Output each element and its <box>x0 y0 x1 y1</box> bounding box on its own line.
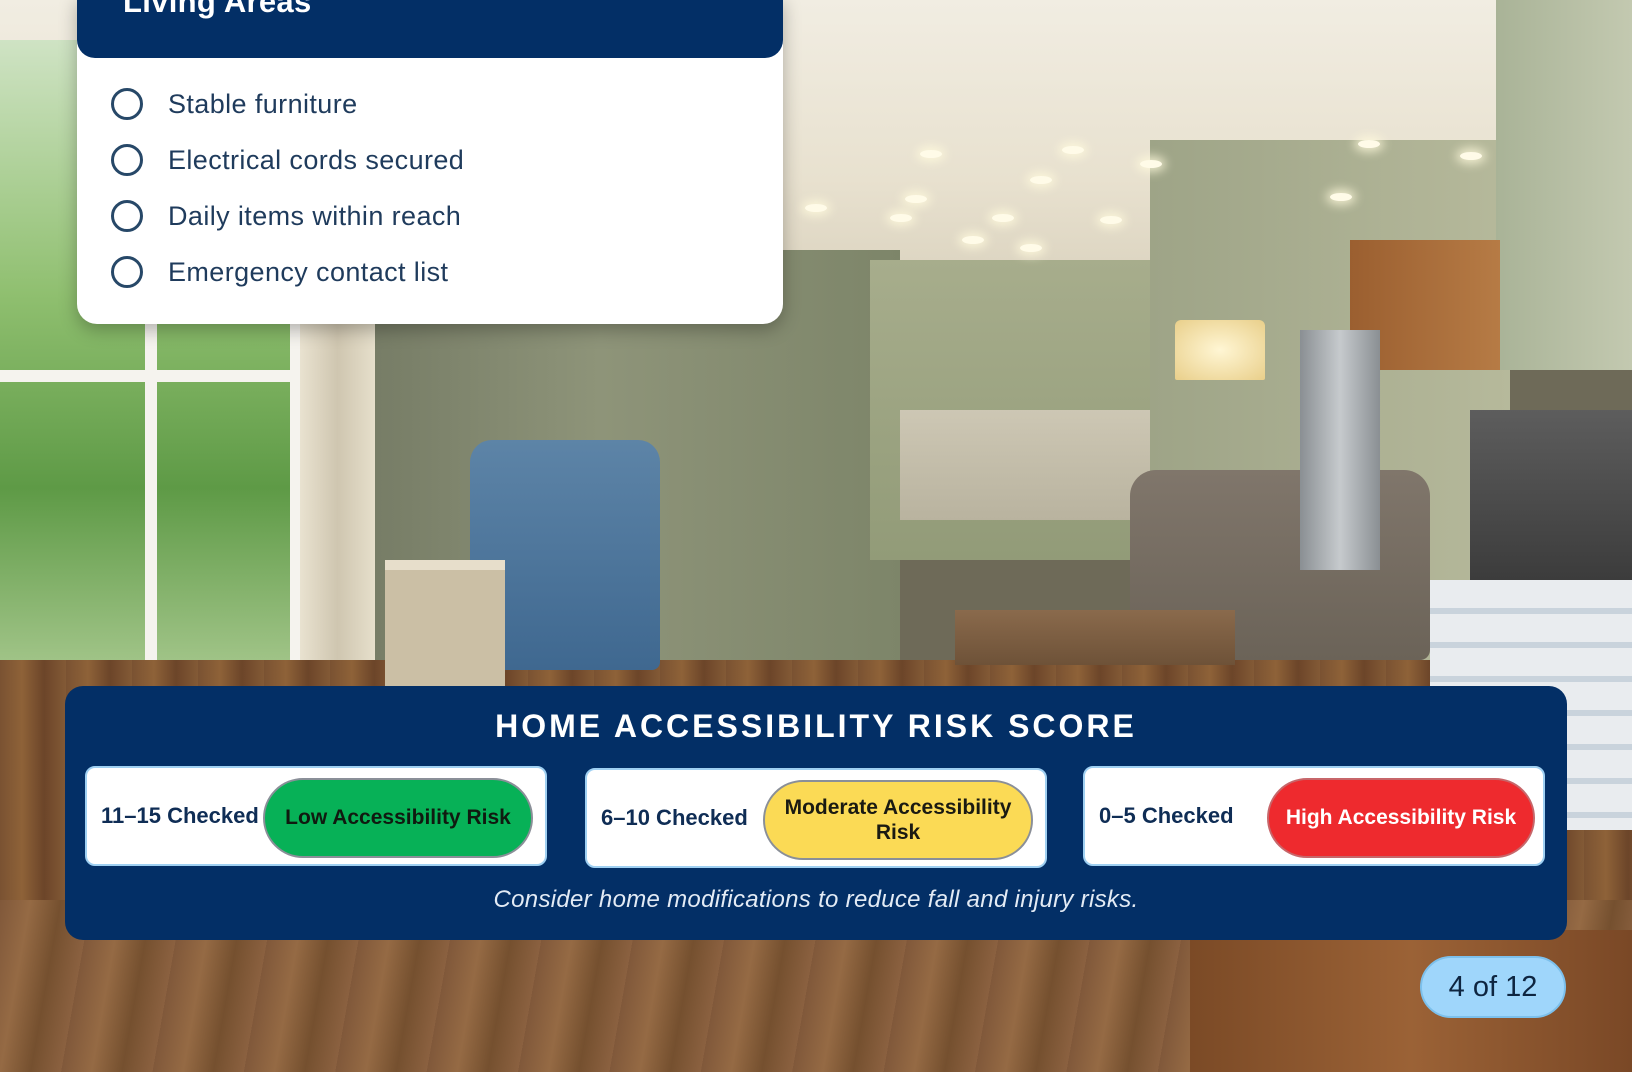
risk-levels: 11–15 Checked Low Accessibility Risk 6–1… <box>85 766 1547 872</box>
risk-badge-moderate: Moderate Accessibility Risk <box>763 780 1033 860</box>
lamp <box>1175 320 1265 380</box>
checkbox-circle[interactable] <box>111 88 143 120</box>
ceiling-light <box>1020 244 1042 252</box>
page-indicator: 4 of 12 <box>1420 956 1566 1018</box>
checklist-item-label: Emergency contact list <box>168 256 449 287</box>
checklist-item-label: Stable furniture <box>168 88 358 119</box>
checklist-header: Living Areas <box>77 0 783 58</box>
ceiling-light <box>1140 160 1162 168</box>
checklist-item[interactable]: Electrical cords secured <box>111 132 464 188</box>
risk-score-panel: HOME ACCESSIBILITY RISK SCORE 11–15 Chec… <box>65 686 1567 940</box>
risk-note: Consider home modifications to reduce fa… <box>493 886 1139 913</box>
checklist-item-label: Daily items within reach <box>168 200 462 231</box>
checklist-item[interactable]: Daily items within reach <box>111 188 464 244</box>
checklist-item[interactable]: Emergency contact list <box>111 244 464 300</box>
ceiling-light <box>805 204 827 212</box>
coffee-table <box>955 610 1235 665</box>
pillar <box>1496 0 1632 370</box>
stove <box>1470 410 1632 590</box>
ceiling-light <box>920 150 942 158</box>
checklist-title: Living Areas <box>123 0 312 19</box>
ceiling-light <box>1460 152 1482 160</box>
ceiling-light <box>1358 140 1380 148</box>
ceiling-light <box>1100 216 1122 224</box>
risk-level-high: 0–5 Checked High Accessibility Risk <box>1083 766 1545 866</box>
checkbox-circle[interactable] <box>111 256 143 288</box>
curtain <box>300 300 375 680</box>
ceiling-light <box>905 195 927 203</box>
refrigerator <box>1300 330 1380 570</box>
risk-badge-low: Low Accessibility Risk <box>263 778 533 858</box>
risk-badge-high: High Accessibility Risk <box>1267 778 1535 858</box>
checkbox-circle[interactable] <box>111 144 143 176</box>
ceiling-light <box>992 214 1014 222</box>
ceiling-light <box>962 236 984 244</box>
checklist-card: Living Areas Stable furniture Electrical… <box>77 0 783 324</box>
checkbox-circle[interactable] <box>111 200 143 232</box>
risk-level-low: 11–15 Checked Low Accessibility Risk <box>85 766 547 866</box>
risk-range-label: 0–5 Checked <box>1099 803 1234 828</box>
ceiling-light <box>1330 193 1352 201</box>
ceiling-light <box>1030 176 1052 184</box>
risk-range-label: 11–15 Checked <box>101 803 259 828</box>
kitchen-counter <box>900 410 1150 520</box>
ceiling-light <box>890 214 912 222</box>
checklist-item-label: Electrical cords secured <box>168 144 465 175</box>
ceiling-light <box>1062 146 1084 154</box>
risk-level-moderate: 6–10 Checked Moderate Accessibility Risk <box>585 768 1047 868</box>
side-table <box>385 560 505 690</box>
checklist-items: Stable furniture Electrical cords secure… <box>111 76 464 300</box>
lower-cabinets <box>1190 930 1632 1072</box>
risk-range-label: 6–10 Checked <box>601 805 748 830</box>
checklist-item[interactable]: Stable furniture <box>111 76 464 132</box>
risk-score-title: HOME ACCESSIBILITY RISK SCORE <box>495 708 1137 744</box>
